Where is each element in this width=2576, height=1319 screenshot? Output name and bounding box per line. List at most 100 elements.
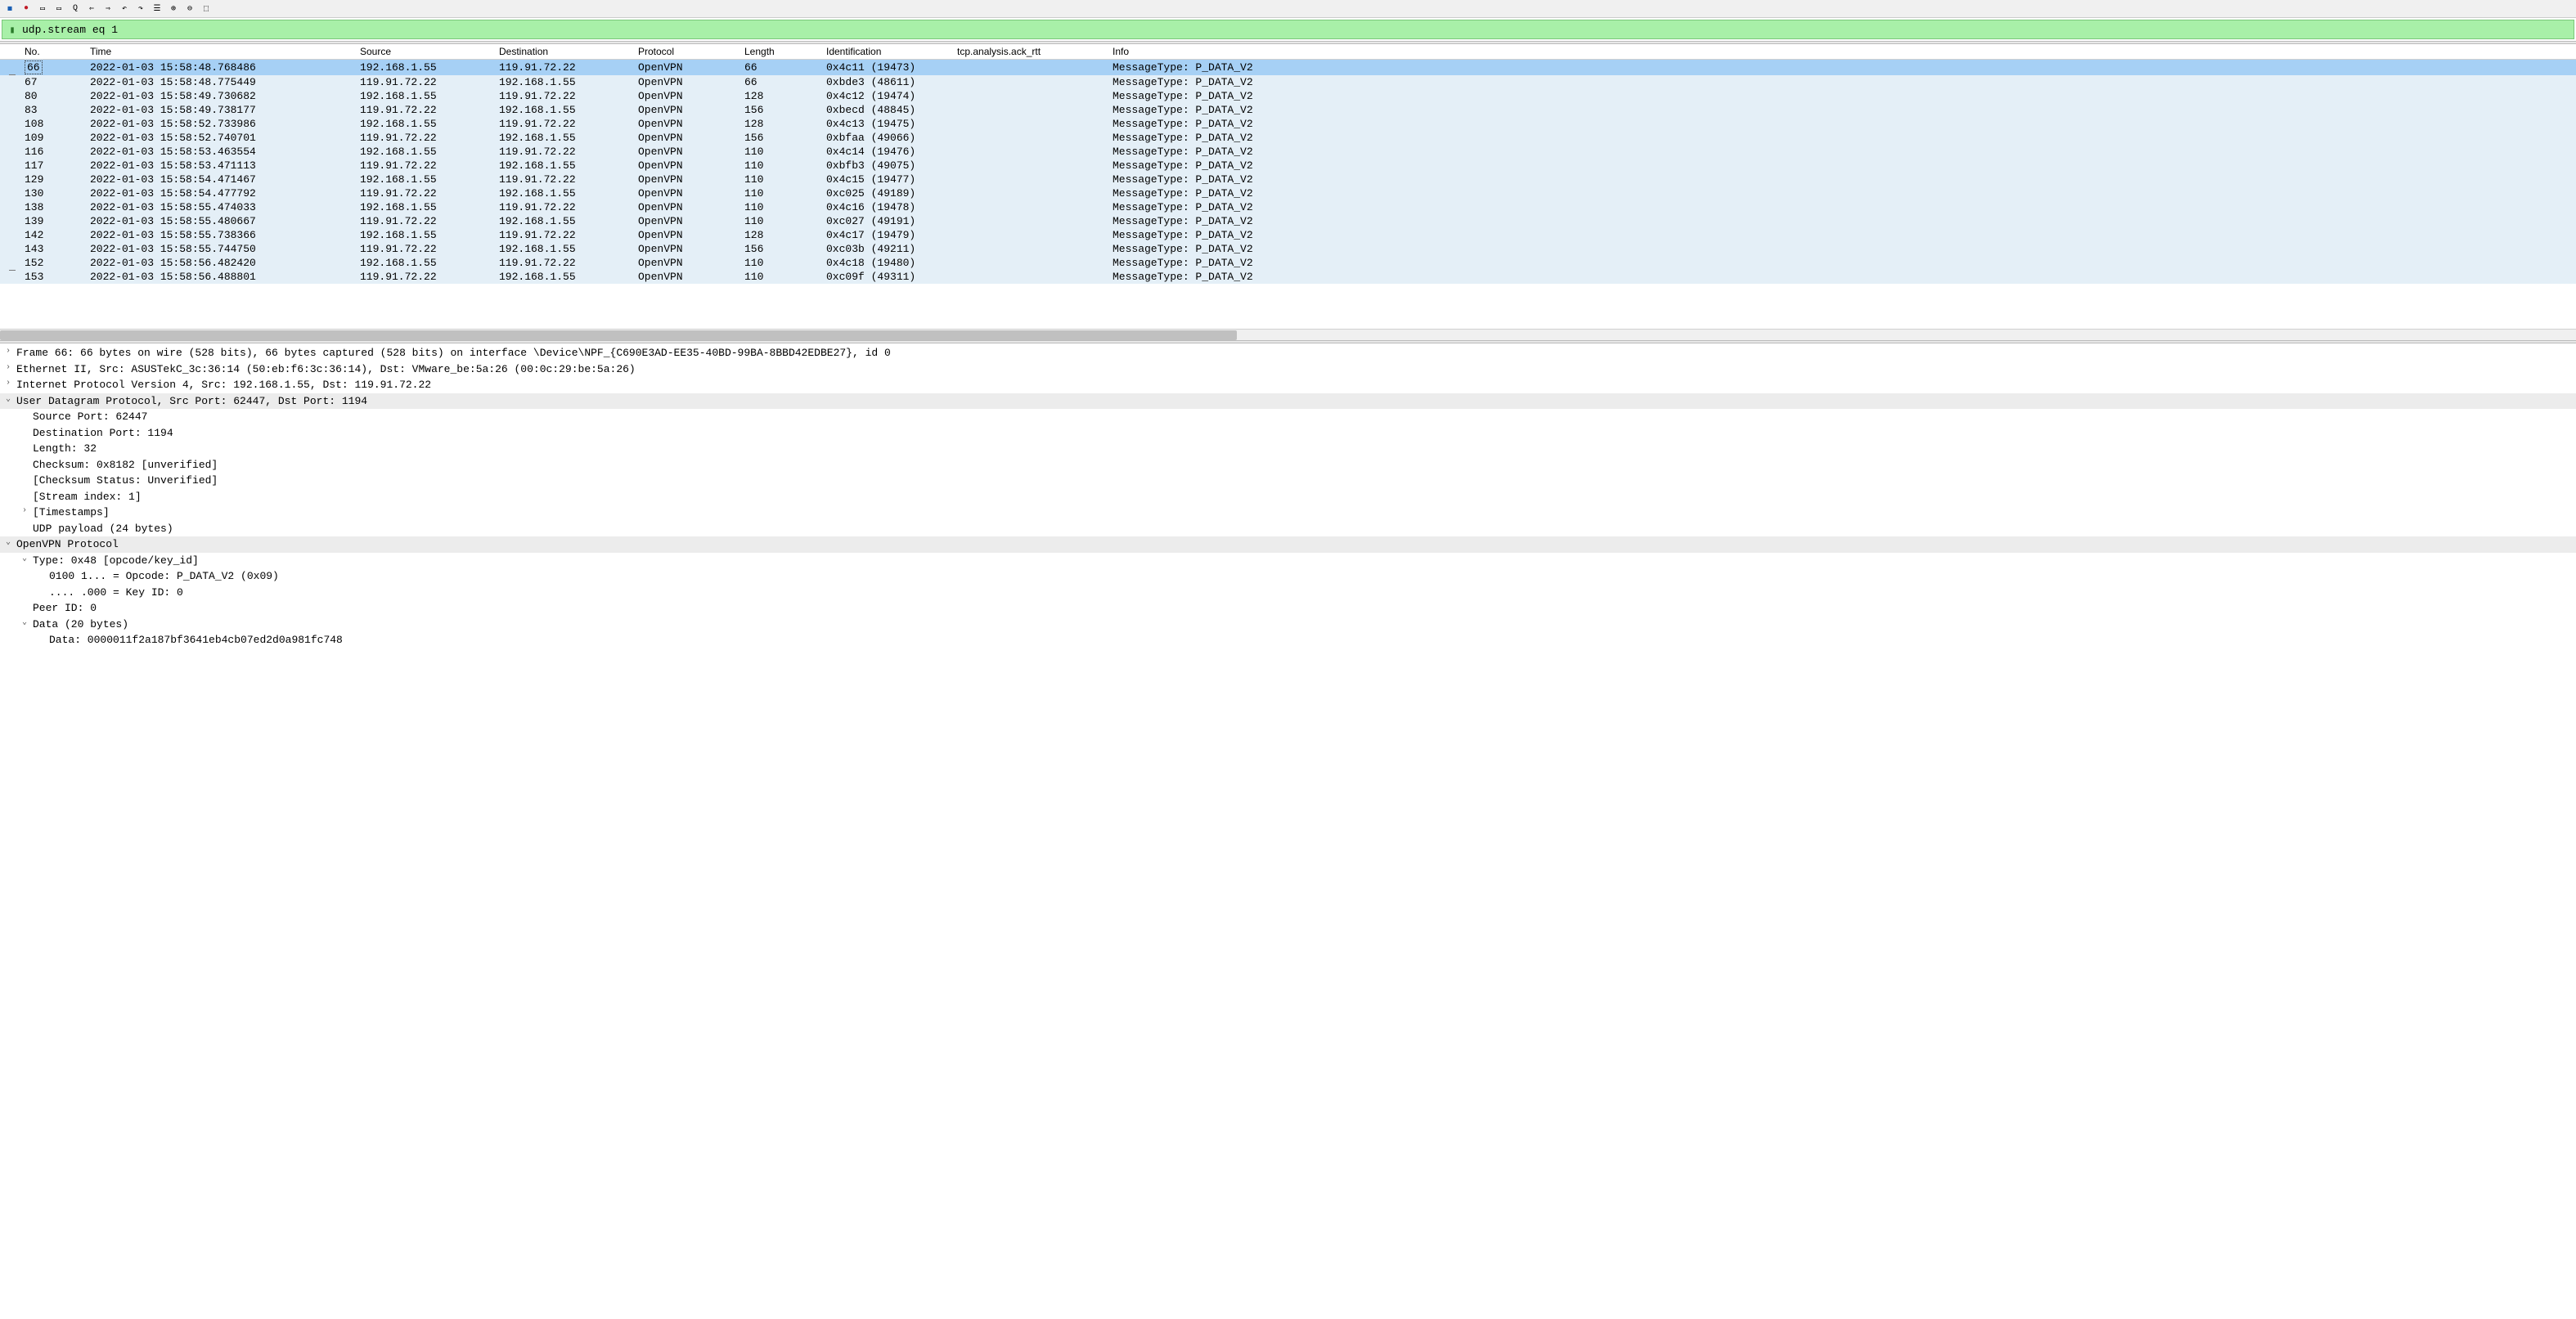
- toolbar-icon[interactable]: ●: [20, 2, 33, 16]
- cell-ack-rtt: [952, 117, 1108, 131]
- packet-row[interactable]: 662022-01-03 15:58:48.768486192.168.1.55…: [0, 60, 2576, 76]
- packet-list-header[interactable]: No. Time Source Destination Protocol Len…: [0, 44, 2576, 60]
- tree-udp-checksum[interactable]: Checksum: 0x8182 [unverified]: [0, 457, 2576, 473]
- cell-length: 110: [740, 270, 821, 284]
- tree-udp-dstport[interactable]: Destination Port: 1194: [0, 425, 2576, 442]
- toolbar-icon[interactable]: ↷: [134, 2, 147, 16]
- toolbar-icon[interactable]: ⇐: [85, 2, 98, 16]
- col-header-destination[interactable]: Destination: [494, 44, 633, 60]
- cell-protocol: OpenVPN: [633, 186, 740, 200]
- tree-udp-length[interactable]: Length: 32: [0, 441, 2576, 457]
- horizontal-scrollbar[interactable]: [0, 329, 2576, 340]
- cell-identification: 0x4c11 (19473): [821, 60, 952, 76]
- tree-ethernet[interactable]: ›Ethernet II, Src: ASUSTekC_3c:36:14 (50…: [0, 361, 2576, 378]
- tree-ip[interactable]: ›Internet Protocol Version 4, Src: 192.1…: [0, 377, 2576, 393]
- cell-protocol: OpenVPN: [633, 75, 740, 89]
- cell-info: MessageType: P_DATA_V2: [1108, 200, 2576, 214]
- packet-row[interactable]: 802022-01-03 15:58:49.730682192.168.1.55…: [0, 89, 2576, 103]
- cell-no: 67: [20, 75, 85, 89]
- cell-destination: 192.168.1.55: [494, 242, 633, 256]
- display-filter-input[interactable]: [22, 24, 2570, 36]
- cell-no: 143: [20, 242, 85, 256]
- tree-label: OpenVPN Protocol: [16, 536, 119, 553]
- toolbar-icon[interactable]: ▭: [36, 2, 49, 16]
- packet-row[interactable]: 1082022-01-03 15:58:52.733986192.168.1.5…: [0, 117, 2576, 131]
- packet-row[interactable]: 1392022-01-03 15:58:55.480667119.91.72.2…: [0, 214, 2576, 228]
- packet-row[interactable]: 1172022-01-03 15:58:53.471113119.91.72.2…: [0, 159, 2576, 173]
- tree-openvpn-type[interactable]: ⌄Type: 0x48 [opcode/key_id]: [0, 553, 2576, 569]
- cell-identification: 0x4c18 (19480): [821, 256, 952, 270]
- toolbar-icon[interactable]: ↶: [118, 2, 131, 16]
- cell-time: 2022-01-03 15:58:55.744750: [85, 242, 355, 256]
- packet-row[interactable]: 672022-01-03 15:58:48.775449119.91.72.22…: [0, 75, 2576, 89]
- packet-row[interactable]: 1432022-01-03 15:58:55.744750119.91.72.2…: [0, 242, 2576, 256]
- cell-identification: 0x4c16 (19478): [821, 200, 952, 214]
- toolbar-icon[interactable]: ⇒: [101, 2, 115, 16]
- tree-openvpn-peerid[interactable]: Peer ID: 0: [0, 600, 2576, 617]
- cell-source: 192.168.1.55: [355, 117, 494, 131]
- col-header-no[interactable]: No.: [20, 44, 85, 60]
- filter-bookmark-icon[interactable]: ▮: [6, 23, 19, 36]
- tree-openvpn-opcode[interactable]: 0100 1... = Opcode: P_DATA_V2 (0x09): [0, 568, 2576, 585]
- tree-label: User Datagram Protocol, Src Port: 62447,…: [16, 393, 367, 410]
- cell-info: MessageType: P_DATA_V2: [1108, 159, 2576, 173]
- cell-protocol: OpenVPN: [633, 173, 740, 186]
- packet-row[interactable]: 1382022-01-03 15:58:55.474033192.168.1.5…: [0, 200, 2576, 214]
- col-header-length[interactable]: Length: [740, 44, 821, 60]
- cell-destination: 192.168.1.55: [494, 186, 633, 200]
- cell-info: MessageType: P_DATA_V2: [1108, 117, 2576, 131]
- tree-openvpn-keyid[interactable]: .... .000 = Key ID: 0: [0, 585, 2576, 601]
- expand-icon[interactable]: ›: [0, 361, 16, 374]
- tree-udp-stream[interactable]: [Stream index: 1]: [0, 489, 2576, 505]
- tree-openvpn-data[interactable]: ⌄Data (20 bytes): [0, 617, 2576, 633]
- cell-ack-rtt: [952, 89, 1108, 103]
- col-header-source[interactable]: Source: [355, 44, 494, 60]
- toolbar-icon[interactable]: Q: [69, 2, 82, 16]
- cell-source: 192.168.1.55: [355, 173, 494, 186]
- cell-protocol: OpenVPN: [633, 89, 740, 103]
- toolbar-icon[interactable]: ⊕: [167, 2, 180, 16]
- packet-row[interactable]: 1532022-01-03 15:58:56.488801119.91.72.2…: [0, 270, 2576, 284]
- toolbar-icon[interactable]: ▭: [52, 2, 65, 16]
- expand-icon[interactable]: ›: [0, 377, 16, 389]
- packet-row[interactable]: 1292022-01-03 15:58:54.471467192.168.1.5…: [0, 173, 2576, 186]
- col-header-time[interactable]: Time: [85, 44, 355, 60]
- cell-ack-rtt: [952, 75, 1108, 89]
- tree-udp-payload[interactable]: UDP payload (24 bytes): [0, 521, 2576, 537]
- packet-details-pane[interactable]: ›Frame 66: 66 bytes on wire (528 bits), …: [0, 343, 2576, 1319]
- cell-info: MessageType: P_DATA_V2: [1108, 186, 2576, 200]
- tree-udp-timestamps[interactable]: ›[Timestamps]: [0, 505, 2576, 521]
- collapse-icon[interactable]: ⌄: [0, 536, 16, 549]
- toolbar-icon[interactable]: ⬚: [200, 2, 213, 16]
- scrollbar-thumb[interactable]: [0, 330, 1237, 340]
- collapse-icon[interactable]: ⌄: [16, 553, 33, 565]
- packet-row[interactable]: 1522022-01-03 15:58:56.482420192.168.1.5…: [0, 256, 2576, 270]
- col-header-protocol[interactable]: Protocol: [633, 44, 740, 60]
- packet-row[interactable]: 1422022-01-03 15:58:55.738366192.168.1.5…: [0, 228, 2576, 242]
- col-header-identification[interactable]: Identification: [821, 44, 952, 60]
- tree-frame[interactable]: ›Frame 66: 66 bytes on wire (528 bits), …: [0, 345, 2576, 361]
- tree-udp-srcport[interactable]: Source Port: 62447: [0, 409, 2576, 425]
- tree-openvpn[interactable]: ⌄OpenVPN Protocol: [0, 536, 2576, 553]
- tree-openvpn-data-bytes[interactable]: Data: 0000011f2a187bf3641eb4cb07ed2d0a98…: [0, 632, 2576, 648]
- col-header-info[interactable]: Info: [1108, 44, 2576, 60]
- tree-udp[interactable]: ⌄User Datagram Protocol, Src Port: 62447…: [0, 393, 2576, 410]
- packet-row[interactable]: 1092022-01-03 15:58:52.740701119.91.72.2…: [0, 131, 2576, 145]
- col-header-ack-rtt[interactable]: tcp.analysis.ack_rtt: [952, 44, 1108, 60]
- expand-icon[interactable]: ›: [16, 505, 33, 517]
- packet-list-pane[interactable]: No. Time Source Destination Protocol Len…: [0, 44, 2576, 329]
- packet-row[interactable]: 1302022-01-03 15:58:54.477792119.91.72.2…: [0, 186, 2576, 200]
- toolbar-icon[interactable]: ☰: [151, 2, 164, 16]
- collapse-icon[interactable]: ⌄: [0, 393, 16, 406]
- toolbar-icon[interactable]: ⊖: [183, 2, 196, 16]
- expand-icon[interactable]: ›: [0, 345, 16, 357]
- cell-time: 2022-01-03 15:58:55.474033: [85, 200, 355, 214]
- tree-label: UDP payload (24 bytes): [33, 521, 173, 537]
- collapse-icon[interactable]: ⌄: [16, 617, 33, 629]
- toolbar-icon[interactable]: ◼: [3, 2, 16, 16]
- tree-udp-checksum-status[interactable]: [Checksum Status: Unverified]: [0, 473, 2576, 489]
- cell-time: 2022-01-03 15:58:56.488801: [85, 270, 355, 284]
- cell-info: MessageType: P_DATA_V2: [1108, 256, 2576, 270]
- packet-row[interactable]: 832022-01-03 15:58:49.738177119.91.72.22…: [0, 103, 2576, 117]
- packet-row[interactable]: 1162022-01-03 15:58:53.463554192.168.1.5…: [0, 145, 2576, 159]
